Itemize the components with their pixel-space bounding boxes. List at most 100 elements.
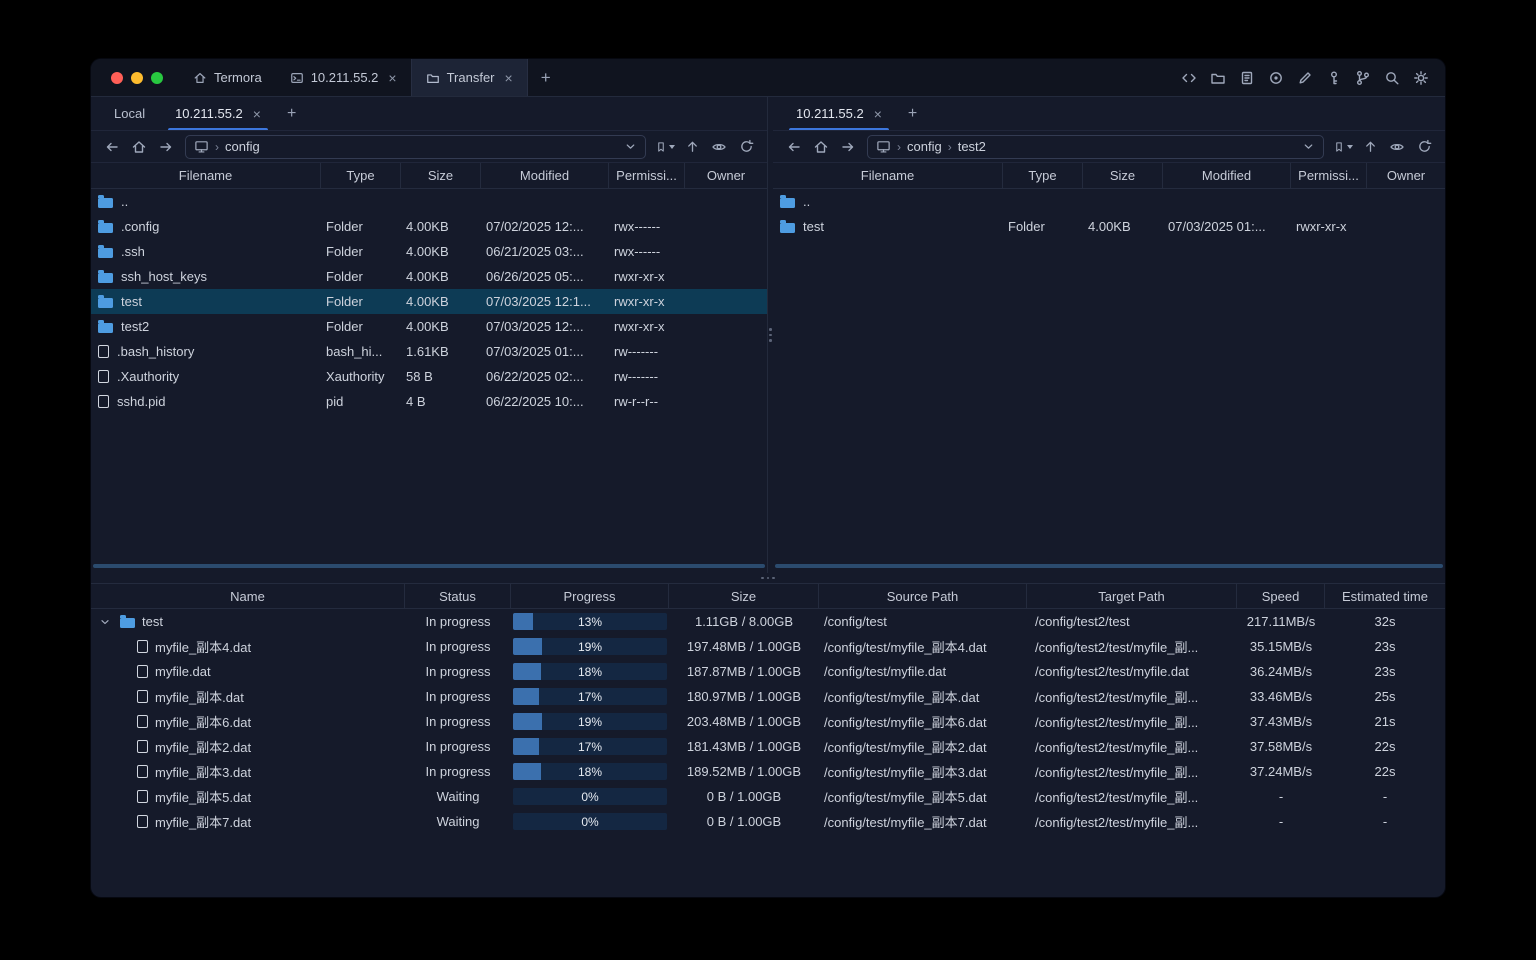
- edit-icon[interactable]: [1292, 66, 1317, 90]
- back-button[interactable]: [781, 135, 807, 159]
- transfer-row[interactable]: myfile_副本4.dat In progress 19% 197.48MB …: [91, 634, 1445, 659]
- column-header-target-path[interactable]: Target Path: [1027, 584, 1237, 608]
- column-header-size[interactable]: Size: [1083, 163, 1163, 188]
- chevron-down-icon[interactable]: [1302, 140, 1315, 153]
- file-row[interactable]: .ssh Folder 4.00KB 06/21/2025 03:... rwx…: [91, 239, 767, 264]
- app-tab-termora[interactable]: Termora: [179, 59, 276, 96]
- up-directory-button[interactable]: [679, 135, 705, 159]
- expander-chevron-icon[interactable]: [97, 616, 113, 628]
- app-tab-session-10-211-55-2[interactable]: 10.211.55.2 ×: [276, 59, 411, 96]
- close-tab-icon[interactable]: ×: [253, 107, 261, 121]
- transfer-row[interactable]: myfile_副本6.dat In progress 19% 203.48MB …: [91, 709, 1445, 734]
- folder-icon: [98, 320, 113, 333]
- new-panel-tab-button[interactable]: +: [276, 97, 307, 130]
- file-row[interactable]: ..: [91, 189, 767, 214]
- code-icon[interactable]: [1176, 66, 1201, 90]
- file-row[interactable]: test2 Folder 4.00KB 07/03/2025 12:... rw…: [91, 314, 767, 339]
- new-panel-tab-button[interactable]: +: [897, 97, 928, 130]
- file-row[interactable]: sshd.pid pid 4 B 06/22/2025 10:... rw-r-…: [91, 389, 767, 414]
- home-button[interactable]: [126, 135, 152, 159]
- column-header-permissions[interactable]: Permissi...: [1291, 163, 1367, 188]
- refresh-button[interactable]: [1411, 135, 1437, 159]
- breadcrumb-segment[interactable]: config: [225, 139, 260, 154]
- transfer-name: myfile_副本3.dat: [155, 765, 252, 780]
- column-header-progress[interactable]: Progress: [511, 584, 669, 608]
- minimize-window-button[interactable]: [131, 71, 143, 84]
- transfer-row[interactable]: myfile_副本7.dat Waiting 0% 0 B / 1.00GB /…: [91, 809, 1445, 834]
- new-tab-button[interactable]: +: [528, 59, 564, 96]
- file-row[interactable]: test Folder 4.00KB 07/03/2025 01:... rwx…: [773, 214, 1445, 239]
- file-modified: 07/03/2025 01:...: [1168, 219, 1266, 234]
- transfer-row[interactable]: myfile_副本2.dat In progress 17% 181.43MB …: [91, 734, 1445, 759]
- git-branch-icon[interactable]: [1350, 66, 1375, 90]
- file-permissions: rwxr-xr-x: [614, 319, 665, 334]
- column-header-status[interactable]: Status: [405, 584, 511, 608]
- tab-remote-session[interactable]: 10.211.55.2 ×: [781, 97, 897, 130]
- file-icon: [137, 665, 148, 678]
- horizontal-splitter[interactable]: [91, 573, 1445, 583]
- forward-button[interactable]: [153, 135, 179, 159]
- horizontal-scrollbar[interactable]: [775, 564, 1443, 568]
- close-tab-icon[interactable]: ×: [505, 71, 513, 85]
- tab-remote-session[interactable]: 10.211.55.2 ×: [160, 97, 276, 130]
- bookmark-button[interactable]: [652, 135, 678, 159]
- column-header-modified[interactable]: Modified: [481, 163, 609, 188]
- column-header-owner[interactable]: Owner: [1367, 163, 1445, 188]
- column-header-type[interactable]: Type: [321, 163, 401, 188]
- transfer-row[interactable]: myfile_副本3.dat In progress 18% 189.52MB …: [91, 759, 1445, 784]
- path-breadcrumb[interactable]: › config › test2: [867, 134, 1324, 159]
- breadcrumb-segment[interactable]: config: [907, 139, 942, 154]
- column-header-size[interactable]: Size: [669, 584, 819, 608]
- column-header-modified[interactable]: Modified: [1163, 163, 1291, 188]
- app-tab-transfer[interactable]: Transfer ×: [410, 59, 528, 96]
- path-breadcrumb[interactable]: › config: [185, 134, 646, 159]
- search-icon[interactable]: [1379, 66, 1404, 90]
- settings-gear-icon[interactable]: [1408, 66, 1433, 90]
- file-row[interactable]: .bash_history bash_hi... 1.61KB 07/03/20…: [91, 339, 767, 364]
- folder-icon[interactable]: [1205, 66, 1230, 90]
- close-tab-icon[interactable]: ×: [388, 71, 396, 85]
- record-icon[interactable]: [1263, 66, 1288, 90]
- breadcrumb-segment[interactable]: test2: [958, 139, 986, 154]
- column-header-filename[interactable]: Filename: [773, 163, 1003, 188]
- file-row[interactable]: ..: [773, 189, 1445, 214]
- transfer-target-path: /config/test2/test/myfile.dat: [1035, 664, 1189, 679]
- window-controls: [91, 59, 179, 96]
- file-row[interactable]: ssh_host_keys Folder 4.00KB 06/26/2025 0…: [91, 264, 767, 289]
- column-header-permissions[interactable]: Permissi...: [609, 163, 685, 188]
- tab-local[interactable]: Local: [99, 97, 160, 130]
- key-icon[interactable]: [1321, 66, 1346, 90]
- up-directory-button[interactable]: [1357, 135, 1383, 159]
- progress-percent: 0%: [581, 814, 599, 829]
- close-tab-icon[interactable]: ×: [874, 107, 882, 121]
- transfer-row[interactable]: test In progress 13% 1.11GB / 8.00GB /co…: [91, 609, 1445, 634]
- column-header-filename[interactable]: Filename: [91, 163, 321, 188]
- show-hidden-files-eye-button[interactable]: [706, 135, 732, 159]
- column-header-speed[interactable]: Speed: [1237, 584, 1325, 608]
- transfer-row[interactable]: myfile_副本.dat In progress 17% 180.97MB /…: [91, 684, 1445, 709]
- column-header-estimated-time[interactable]: Estimated time: [1325, 584, 1445, 608]
- transfer-row[interactable]: myfile.dat In progress 18% 187.87MB / 1.…: [91, 659, 1445, 684]
- column-header-owner[interactable]: Owner: [685, 163, 767, 188]
- forward-button[interactable]: [835, 135, 861, 159]
- zoom-window-button[interactable]: [151, 71, 163, 84]
- column-header-name[interactable]: Name: [91, 584, 405, 608]
- bookmark-button[interactable]: [1330, 135, 1356, 159]
- home-button[interactable]: [808, 135, 834, 159]
- close-window-button[interactable]: [111, 71, 123, 84]
- column-header-type[interactable]: Type: [1003, 163, 1083, 188]
- back-button[interactable]: [99, 135, 125, 159]
- file-row[interactable]: .Xauthority Xauthority 58 B 06/22/2025 0…: [91, 364, 767, 389]
- column-header-source-path[interactable]: Source Path: [819, 584, 1027, 608]
- file-owner: [685, 339, 767, 364]
- horizontal-scrollbar[interactable]: [93, 564, 765, 568]
- file-row[interactable]: test Folder 4.00KB 07/03/2025 12:1... rw…: [91, 289, 767, 314]
- event-log-icon[interactable]: [1234, 66, 1259, 90]
- column-header-size[interactable]: Size: [401, 163, 481, 188]
- file-row[interactable]: .config Folder 4.00KB 07/02/2025 12:... …: [91, 214, 767, 239]
- show-hidden-files-eye-button[interactable]: [1384, 135, 1410, 159]
- refresh-button[interactable]: [733, 135, 759, 159]
- chevron-down-icon[interactable]: [624, 140, 637, 153]
- transfer-row[interactable]: myfile_副本5.dat Waiting 0% 0 B / 1.00GB /…: [91, 784, 1445, 809]
- file-name: test2: [121, 319, 150, 334]
